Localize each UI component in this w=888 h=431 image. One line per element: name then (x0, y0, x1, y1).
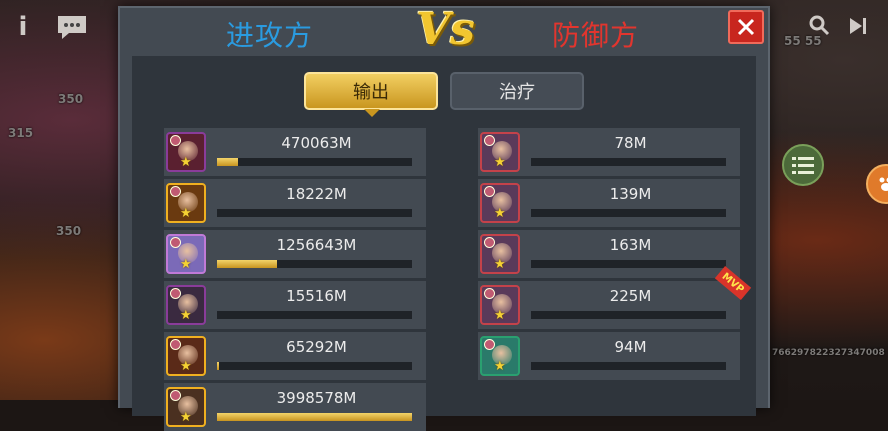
vs-emblem: Vs (416, 4, 475, 55)
attacker-row[interactable]: ★ 3998578M (164, 383, 426, 431)
attacker-row[interactable]: ★ 470063M (164, 128, 426, 176)
star-icon: ★ (494, 359, 506, 374)
close-icon (736, 17, 756, 37)
search-icon[interactable] (806, 12, 832, 38)
defender-row[interactable]: ★225MMVP (478, 281, 740, 329)
hero-portrait[interactable]: ★ (480, 234, 520, 274)
hero-portrait[interactable]: ★ (480, 285, 520, 325)
star-icon: ★ (180, 410, 192, 425)
star-icon: ★ (180, 206, 192, 221)
bg-level-label: 350 (58, 92, 83, 106)
damage-bar (531, 362, 726, 370)
damage-value: 163M (533, 236, 728, 254)
bg-player-id: 766297822327347008 (772, 348, 885, 358)
damage-bar (531, 260, 726, 268)
defender-title: 防御方 (552, 14, 639, 54)
star-icon: ★ (494, 308, 506, 323)
damage-bar (531, 158, 726, 166)
menu-list-button[interactable] (782, 144, 824, 186)
damage-bar (531, 209, 726, 217)
hero-portrait[interactable]: ★ (166, 336, 206, 376)
damage-value: 1256643M (219, 236, 414, 254)
damage-value: 78M (533, 134, 728, 152)
damage-bar (531, 311, 726, 319)
damage-value: 3998578M (219, 389, 414, 407)
hero-portrait[interactable]: ★ (166, 387, 206, 427)
tab-heal[interactable]: 治疗 (450, 72, 584, 110)
damage-bar-fill (217, 413, 412, 421)
star-icon: ★ (494, 206, 506, 221)
damage-bar-fill (217, 260, 277, 268)
damage-value: 94M (533, 338, 728, 356)
defender-row[interactable]: ★ 78M (478, 128, 740, 176)
attacker-row[interactable]: ★ 65292M (164, 332, 426, 380)
chat-icon[interactable] (54, 12, 90, 42)
attacker-row[interactable]: ★ 1256643M (164, 230, 426, 278)
star-icon: ★ (180, 359, 192, 374)
damage-bar (217, 209, 412, 217)
close-button[interactable] (728, 10, 764, 44)
damage-bar (217, 311, 412, 319)
info-icon[interactable]: i (10, 12, 36, 42)
hero-portrait[interactable]: ★ (480, 132, 520, 172)
star-icon: ★ (180, 155, 192, 170)
stats-panel: 输出 治疗 ★ 470063M ★ 18222M ★ 1256643M ★ 15516M ★ 65… (132, 56, 756, 416)
battle-stats-dialog: 进攻方 Vs 防御方 输出 治疗 ★ 470063M ★ 18222M ★ 1256643… (118, 6, 770, 408)
star-icon: ★ (494, 155, 506, 170)
defender-row[interactable]: ★ 139M (478, 179, 740, 227)
defender-row[interactable]: ★ 94M (478, 332, 740, 380)
damage-value: 225M (533, 287, 728, 305)
damage-bar (217, 260, 412, 268)
attacker-title: 进攻方 (226, 14, 313, 54)
star-icon: ★ (494, 257, 506, 272)
skip-forward-icon[interactable] (846, 14, 870, 38)
hero-portrait[interactable]: ★ (480, 183, 520, 223)
damage-bar-fill (217, 158, 238, 166)
damage-value: 470063M (219, 134, 414, 152)
damage-bar (217, 158, 412, 166)
bg-level-label: 350 (56, 224, 81, 238)
damage-bar (217, 413, 412, 421)
hero-portrait[interactable]: ★ (480, 336, 520, 376)
tab-output[interactable]: 输出 (304, 72, 438, 110)
hero-portrait[interactable]: ★ (166, 183, 206, 223)
attacker-row[interactable]: ★ 15516M (164, 281, 426, 329)
damage-bar (217, 362, 412, 370)
damage-bar-fill (217, 362, 219, 370)
damage-value: 65292M (219, 338, 414, 356)
hero-portrait[interactable]: ★ (166, 132, 206, 172)
defender-row[interactable]: ★ 163M (478, 230, 740, 278)
hero-portrait[interactable]: ★ (166, 234, 206, 274)
damage-value: 15516M (219, 287, 414, 305)
star-icon: ★ (180, 257, 192, 272)
damage-value: 139M (533, 185, 728, 203)
star-icon: ★ (180, 308, 192, 323)
bg-level-label: 315 (8, 126, 33, 140)
damage-value: 18222M (219, 185, 414, 203)
hero-portrait[interactable]: ★ (166, 285, 206, 325)
attacker-row[interactable]: ★ 18222M (164, 179, 426, 227)
